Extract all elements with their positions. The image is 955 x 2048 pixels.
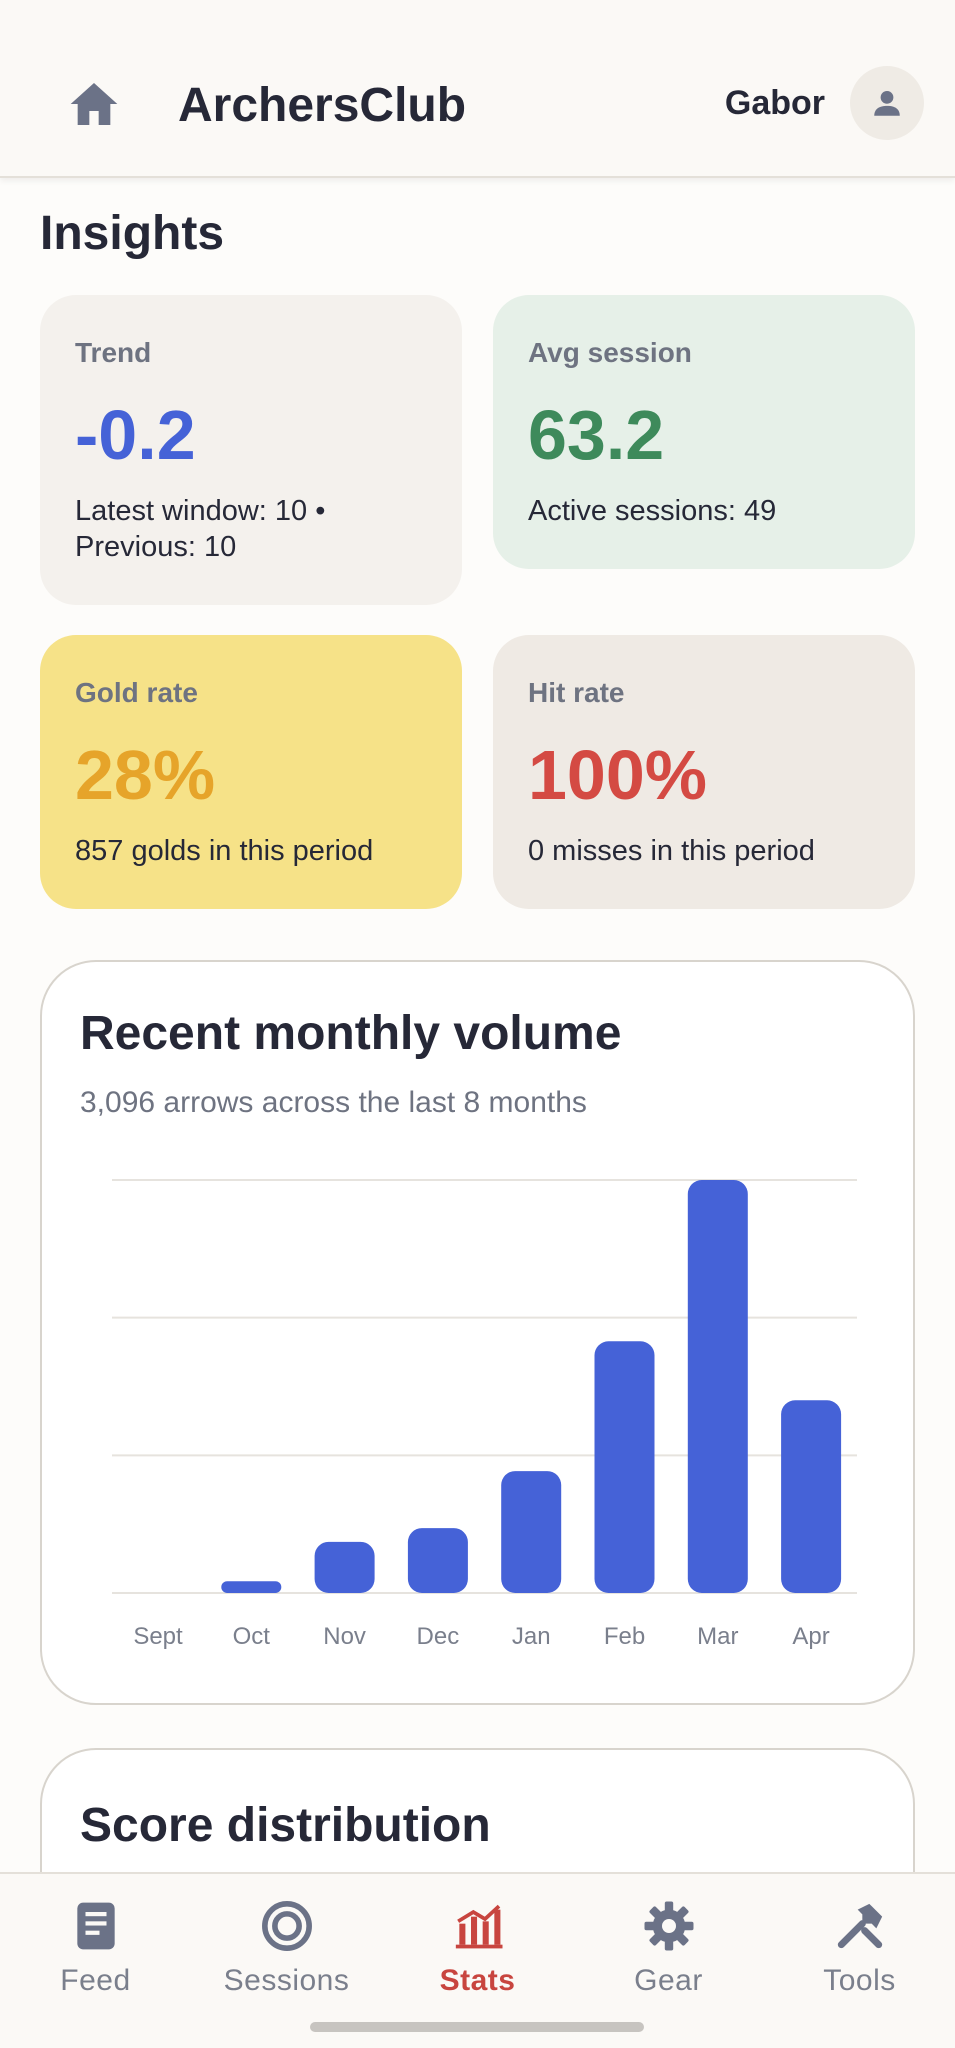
- app-header: ArchersClub Gabor: [0, 0, 955, 178]
- bar-chart-icon: [455, 1904, 502, 1949]
- stat-label: Gold rate: [75, 677, 198, 708]
- stat-value: 63.2: [528, 396, 665, 474]
- stat-value: -0.2: [75, 396, 196, 474]
- avatar[interactable]: [850, 66, 924, 140]
- nav-item-feed[interactable]: Feed: [0, 1874, 191, 2004]
- tools-icon: [837, 1903, 882, 1949]
- hit-rate-card[interactable]: Hit rate 100% 0 misses in this period: [493, 635, 915, 909]
- stat-subtext: 857 golds in this period: [75, 835, 374, 867]
- nav-item-sessions[interactable]: Sessions: [191, 1874, 382, 2004]
- monthly-volume-card: Recent monthly volume 3,096 arrows acros…: [40, 960, 915, 1705]
- nav-item-gear[interactable]: Gear: [573, 1874, 764, 2004]
- gear-icon: [644, 1901, 693, 1951]
- feed-icon: [76, 1902, 115, 1950]
- chart-tick-label: Sept: [133, 1623, 183, 1650]
- trend-card[interactable]: Trend -0.2 Latest window: 10 • Previous:…: [40, 295, 462, 605]
- gold-rate-card[interactable]: Gold rate 28% 857 golds in this period: [40, 635, 462, 909]
- nav-label: Stats: [439, 1964, 516, 1997]
- target-icon: [261, 1901, 312, 1951]
- person-icon: [874, 90, 900, 116]
- stat-subtext: 0 misses in this period: [528, 835, 815, 867]
- chart-tick-label: Feb: [604, 1623, 645, 1650]
- stat-label: Trend: [75, 337, 152, 368]
- nav-label: Sessions: [223, 1964, 350, 1997]
- nav-label: Tools: [823, 1964, 896, 1997]
- stat-label: Hit rate: [528, 677, 625, 708]
- chart-tick-label: Nov: [323, 1623, 366, 1650]
- stat-label: Avg session: [528, 337, 692, 368]
- home-icon[interactable]: [66, 76, 122, 132]
- app-title: ArchersClub: [178, 79, 467, 132]
- chart-tick-label: Mar: [697, 1623, 738, 1650]
- nav-item-tools[interactable]: Tools: [764, 1874, 955, 2004]
- page-title: Insights: [40, 207, 225, 260]
- stat-subtext: Active sessions: 49: [528, 495, 777, 527]
- stat-subtext: Latest window: 10 • Previous: 10: [75, 495, 326, 563]
- chart-bar-mar[interactable]: [687, 1180, 748, 1593]
- chart-bar-jan[interactable]: [501, 1471, 562, 1593]
- chart-bar-oct[interactable]: [221, 1581, 282, 1593]
- distribution-title: Score distribution: [80, 1799, 491, 1852]
- chart-bar-nov[interactable]: [314, 1541, 375, 1593]
- user-name[interactable]: Gabor: [725, 84, 825, 123]
- chart-tick-label: Apr: [792, 1623, 829, 1650]
- chart-tick-label: Dec: [417, 1623, 460, 1650]
- chart-bar-dec[interactable]: [407, 1528, 468, 1593]
- monthly-volume-chart: Sept Oct Nov Dec Jan Feb Mar Apr: [112, 1179, 857, 1650]
- avg-session-card[interactable]: Avg session 63.2 Active sessions: 49: [493, 295, 915, 569]
- nav-item-stats[interactable]: Stats: [382, 1874, 573, 2004]
- nav-label: Gear: [634, 1964, 703, 1997]
- chart-bar-feb[interactable]: [594, 1341, 655, 1593]
- stat-value: 100%: [528, 736, 708, 814]
- chart-tick-label: Jan: [512, 1623, 551, 1650]
- nav-label: Feed: [60, 1964, 131, 1997]
- chart-bar-apr[interactable]: [781, 1400, 842, 1593]
- chart-tick-label: Oct: [233, 1623, 271, 1650]
- stat-value: 28%: [75, 736, 216, 814]
- home-indicator: [310, 2022, 644, 2032]
